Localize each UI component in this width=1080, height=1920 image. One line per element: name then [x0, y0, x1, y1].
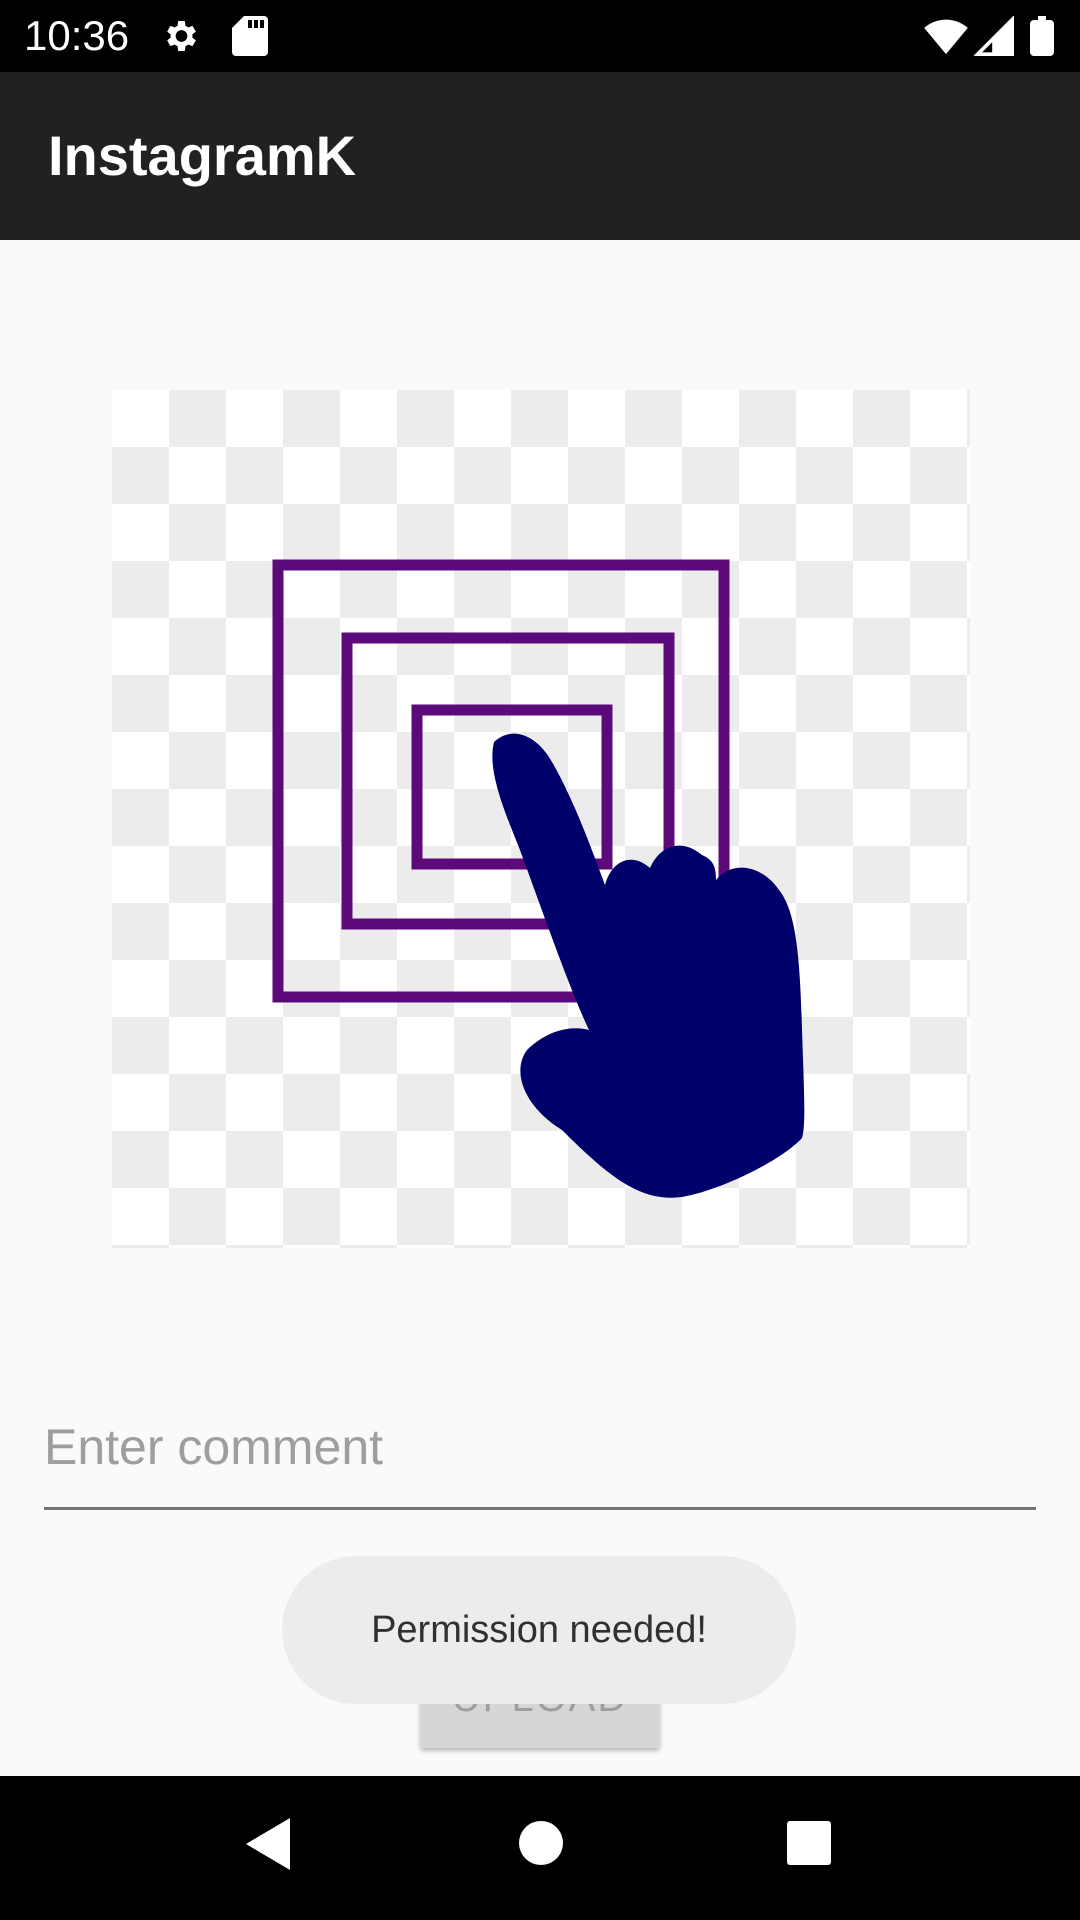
comment-input[interactable]: [44, 1400, 1036, 1510]
status-bar: 10:36: [0, 0, 1080, 72]
status-time: 10:36: [24, 12, 130, 59]
back-icon[interactable]: [244, 1816, 292, 1877]
main-content: UPLOAD: [0, 240, 1080, 1776]
battery-icon: [1030, 16, 1054, 61]
sd-card-icon: [232, 16, 268, 61]
wifi-icon: [924, 16, 968, 61]
app-title: InstagramK: [48, 124, 357, 187]
toast-message: Permission needed!: [371, 1608, 707, 1651]
image-picker[interactable]: [112, 390, 970, 1248]
settings-icon: [160, 16, 200, 61]
recents-icon[interactable]: [786, 1820, 832, 1871]
home-icon[interactable]: [518, 1820, 564, 1871]
app-bar: InstagramK: [0, 72, 1080, 240]
nav-bar: [0, 1776, 1080, 1920]
signal-icon: [973, 15, 1014, 61]
toast: Permission needed!: [282, 1556, 796, 1704]
touch-select-image-icon: [272, 559, 805, 1198]
